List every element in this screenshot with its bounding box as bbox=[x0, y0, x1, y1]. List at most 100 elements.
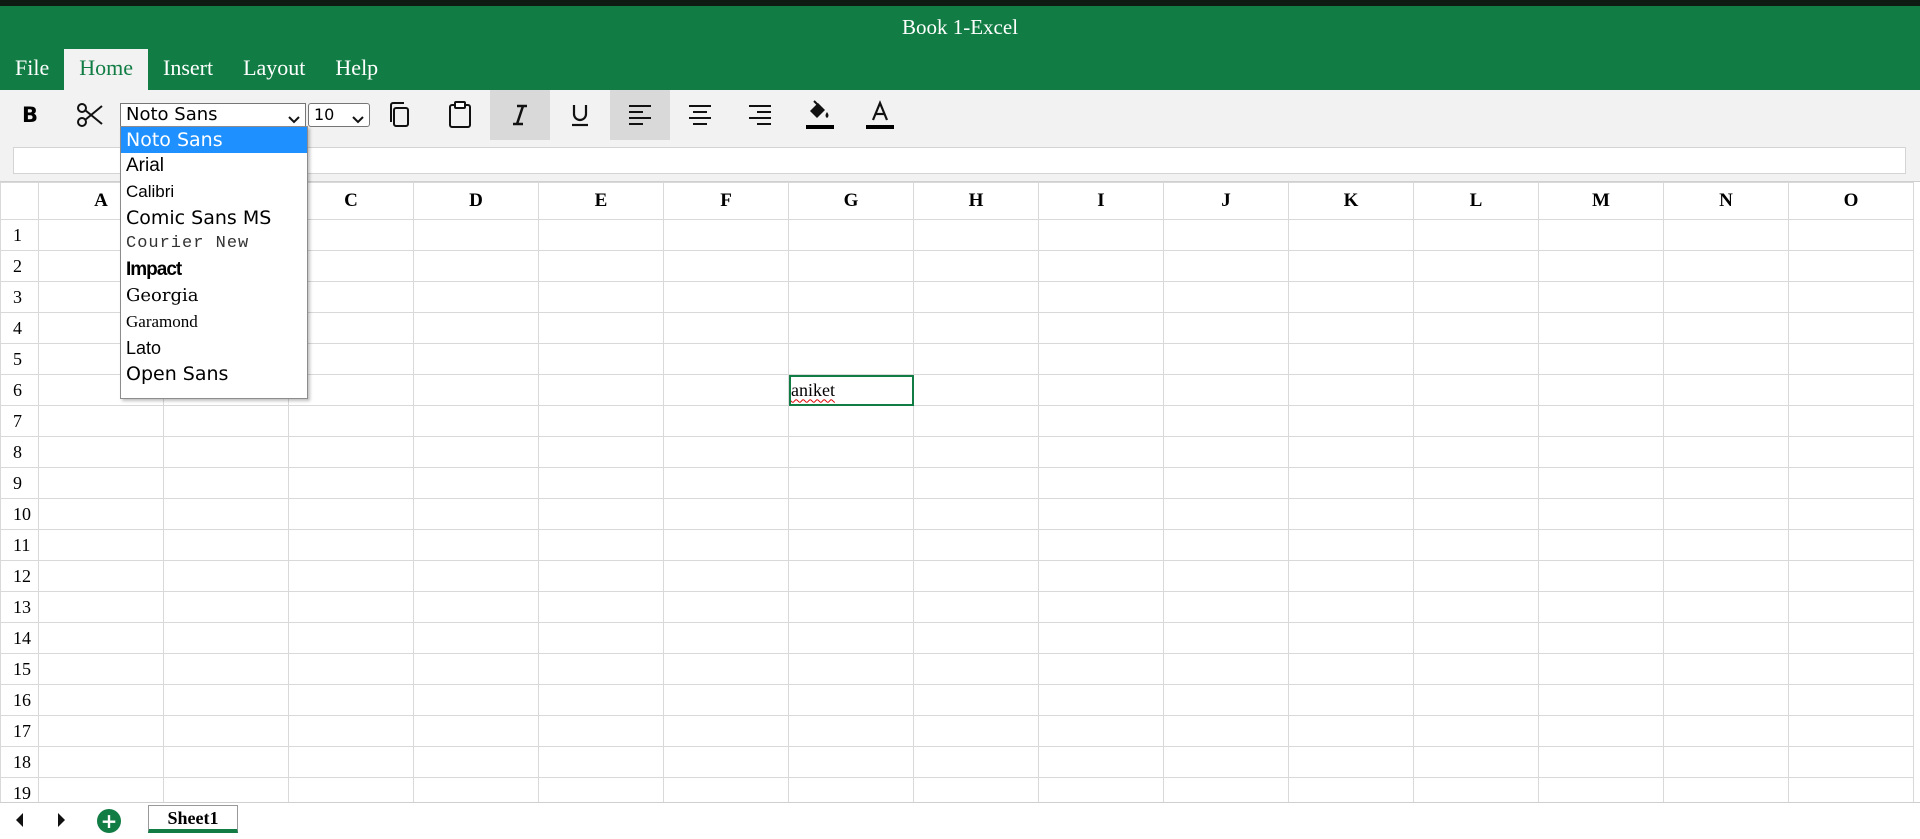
column-header-d[interactable]: D bbox=[413, 182, 539, 220]
cell-j3[interactable] bbox=[1163, 281, 1289, 313]
cell-o13[interactable] bbox=[1788, 591, 1914, 623]
cell-c12[interactable] bbox=[288, 560, 414, 592]
cell-b12[interactable] bbox=[163, 560, 289, 592]
cell-k6[interactable] bbox=[1288, 374, 1414, 406]
cell-n5[interactable] bbox=[1663, 343, 1789, 375]
font-family-select[interactable]: Noto Sans bbox=[120, 103, 306, 127]
cell-h7[interactable] bbox=[913, 405, 1039, 437]
cell-l16[interactable] bbox=[1413, 684, 1539, 716]
menu-file[interactable]: File bbox=[0, 49, 64, 90]
cell-k10[interactable] bbox=[1288, 498, 1414, 530]
cell-f3[interactable] bbox=[663, 281, 789, 313]
cell-i16[interactable] bbox=[1038, 684, 1164, 716]
cell-g18[interactable] bbox=[788, 746, 914, 778]
cell-g19[interactable] bbox=[788, 777, 914, 803]
cell-n17[interactable] bbox=[1663, 715, 1789, 747]
column-header-f[interactable]: F bbox=[663, 182, 789, 220]
cell-d19[interactable] bbox=[413, 777, 539, 803]
cell-c9[interactable] bbox=[288, 467, 414, 499]
column-header-e[interactable]: E bbox=[538, 182, 664, 220]
cell-j14[interactable] bbox=[1163, 622, 1289, 654]
bold-button[interactable]: B bbox=[0, 90, 60, 140]
cell-j5[interactable] bbox=[1163, 343, 1289, 375]
cell-o15[interactable] bbox=[1788, 653, 1914, 685]
cell-c16[interactable] bbox=[288, 684, 414, 716]
row-header-9[interactable]: 9 bbox=[0, 467, 39, 499]
cell-l14[interactable] bbox=[1413, 622, 1539, 654]
font-color-button[interactable] bbox=[850, 90, 910, 140]
cell-i4[interactable] bbox=[1038, 312, 1164, 344]
row-header-14[interactable]: 14 bbox=[0, 622, 39, 654]
font-option-impact[interactable]: Impact bbox=[121, 257, 307, 283]
cell-m10[interactable] bbox=[1538, 498, 1664, 530]
cell-d17[interactable] bbox=[413, 715, 539, 747]
column-header-l[interactable]: L bbox=[1413, 182, 1539, 220]
row-header-11[interactable]: 11 bbox=[0, 529, 39, 561]
row-header-19[interactable]: 19 bbox=[0, 777, 39, 803]
font-option-noto-sans[interactable]: Noto Sans bbox=[121, 127, 307, 153]
cell-m1[interactable] bbox=[1538, 219, 1664, 251]
cell-b15[interactable] bbox=[163, 653, 289, 685]
cell-m3[interactable] bbox=[1538, 281, 1664, 313]
cell-f18[interactable] bbox=[663, 746, 789, 778]
cell-f9[interactable] bbox=[663, 467, 789, 499]
row-header-13[interactable]: 13 bbox=[0, 591, 39, 623]
cell-g15[interactable] bbox=[788, 653, 914, 685]
row-header-7[interactable]: 7 bbox=[0, 405, 39, 437]
cell-k19[interactable] bbox=[1288, 777, 1414, 803]
cell-e13[interactable] bbox=[538, 591, 664, 623]
cell-b14[interactable] bbox=[163, 622, 289, 654]
cell-c14[interactable] bbox=[288, 622, 414, 654]
cell-k4[interactable] bbox=[1288, 312, 1414, 344]
cell-b18[interactable] bbox=[163, 746, 289, 778]
cell-d3[interactable] bbox=[413, 281, 539, 313]
cell-a14[interactable] bbox=[38, 622, 164, 654]
cell-l12[interactable] bbox=[1413, 560, 1539, 592]
menu-layout[interactable]: Layout bbox=[228, 49, 320, 90]
cell-i15[interactable] bbox=[1038, 653, 1164, 685]
cell-j2[interactable] bbox=[1163, 250, 1289, 282]
cell-h3[interactable] bbox=[913, 281, 1039, 313]
cell-n4[interactable] bbox=[1663, 312, 1789, 344]
cell-k15[interactable] bbox=[1288, 653, 1414, 685]
column-header-i[interactable]: I bbox=[1038, 182, 1164, 220]
cell-b16[interactable] bbox=[163, 684, 289, 716]
cell-b13[interactable] bbox=[163, 591, 289, 623]
cell-g4[interactable] bbox=[788, 312, 914, 344]
cell-d11[interactable] bbox=[413, 529, 539, 561]
cell-h11[interactable] bbox=[913, 529, 1039, 561]
cell-h19[interactable] bbox=[913, 777, 1039, 803]
cell-c7[interactable] bbox=[288, 405, 414, 437]
cell-j10[interactable] bbox=[1163, 498, 1289, 530]
cell-e4[interactable] bbox=[538, 312, 664, 344]
row-header-3[interactable]: 3 bbox=[0, 281, 39, 313]
cell-e10[interactable] bbox=[538, 498, 664, 530]
cell-g11[interactable] bbox=[788, 529, 914, 561]
cell-a8[interactable] bbox=[38, 436, 164, 468]
cell-b10[interactable] bbox=[163, 498, 289, 530]
cell-g5[interactable] bbox=[788, 343, 914, 375]
cell-i19[interactable] bbox=[1038, 777, 1164, 803]
cell-h5[interactable] bbox=[913, 343, 1039, 375]
cell-a15[interactable] bbox=[38, 653, 164, 685]
cell-d13[interactable] bbox=[413, 591, 539, 623]
cell-m15[interactable] bbox=[1538, 653, 1664, 685]
cell-o18[interactable] bbox=[1788, 746, 1914, 778]
cell-n19[interactable] bbox=[1663, 777, 1789, 803]
cell-i3[interactable] bbox=[1038, 281, 1164, 313]
cell-n9[interactable] bbox=[1663, 467, 1789, 499]
column-header-k[interactable]: K bbox=[1288, 182, 1414, 220]
cell-i11[interactable] bbox=[1038, 529, 1164, 561]
cell-f13[interactable] bbox=[663, 591, 789, 623]
cell-n10[interactable] bbox=[1663, 498, 1789, 530]
cell-o9[interactable] bbox=[1788, 467, 1914, 499]
cell-j15[interactable] bbox=[1163, 653, 1289, 685]
row-header-17[interactable]: 17 bbox=[0, 715, 39, 747]
cell-g10[interactable] bbox=[788, 498, 914, 530]
cell-i5[interactable] bbox=[1038, 343, 1164, 375]
row-header-18[interactable]: 18 bbox=[0, 746, 39, 778]
cell-m9[interactable] bbox=[1538, 467, 1664, 499]
cell-j19[interactable] bbox=[1163, 777, 1289, 803]
cell-k5[interactable] bbox=[1288, 343, 1414, 375]
cell-g9[interactable] bbox=[788, 467, 914, 499]
